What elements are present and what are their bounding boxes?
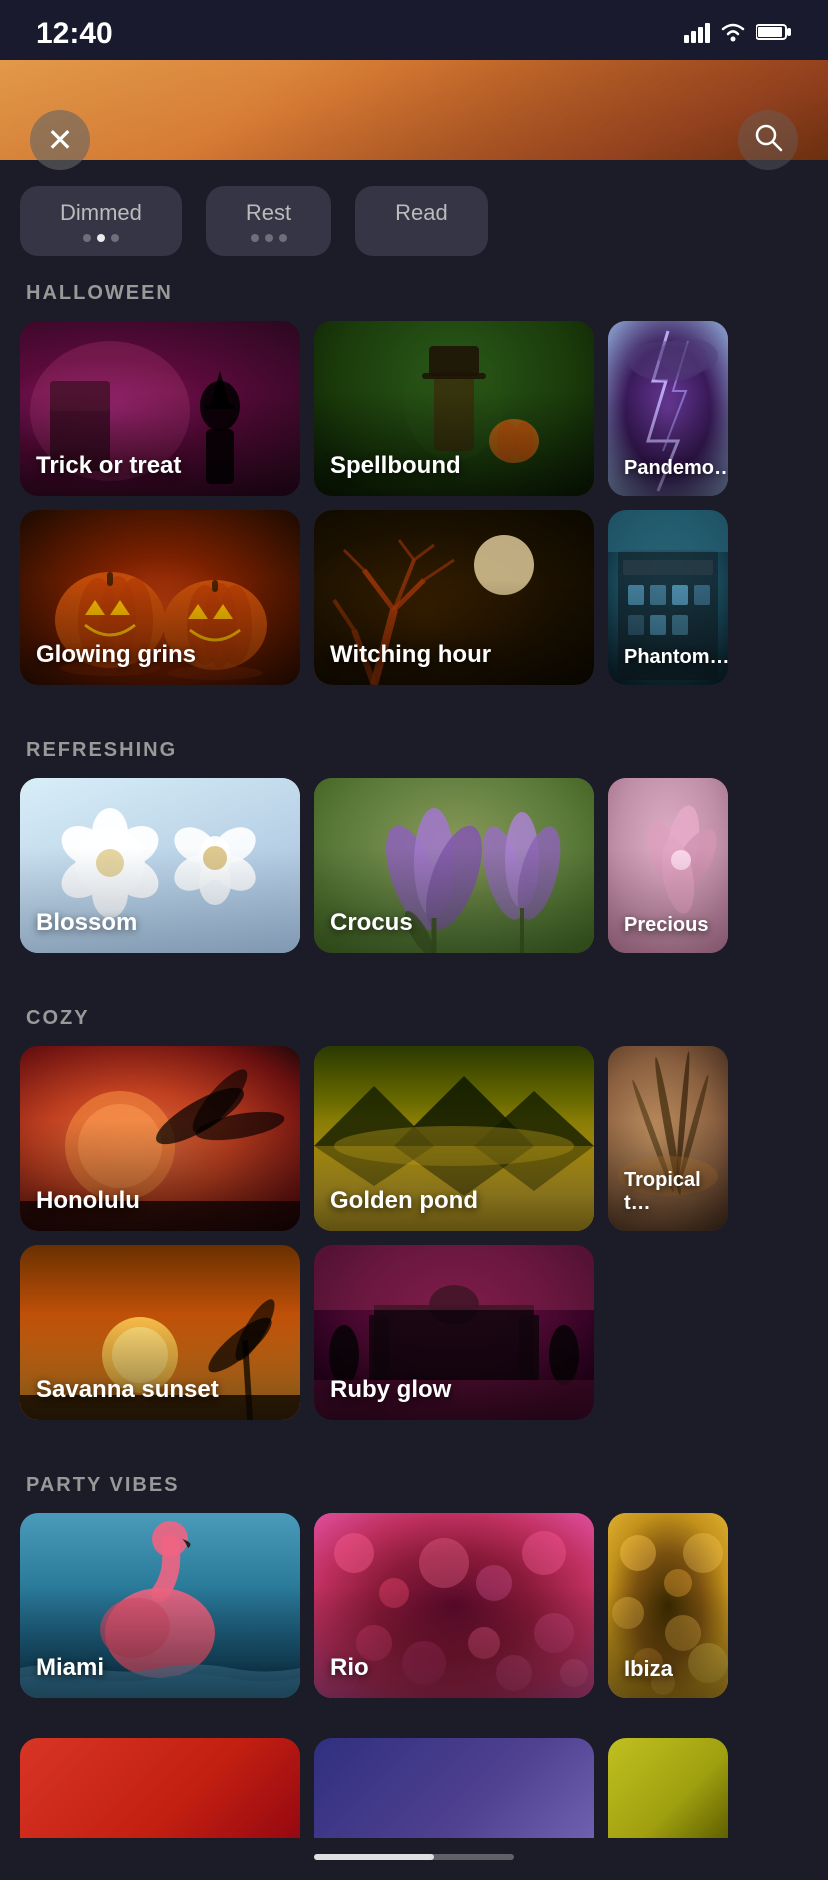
card-phantom[interactable]: Phantom…	[608, 510, 728, 685]
card-label-phantom: Phantom…	[624, 646, 728, 669]
card-witching-hour[interactable]: Witching hour	[314, 510, 594, 685]
cozy-row-2: Savanna sunset	[20, 1245, 808, 1420]
card-label-tropical: Tropical t…	[624, 1169, 728, 1215]
card-miami[interactable]: Miami	[20, 1513, 300, 1698]
card-blossom[interactable]: Blossom	[20, 778, 300, 953]
card-glowing-grins[interactable]: Glowing grins	[20, 510, 300, 685]
search-button[interactable]	[738, 110, 798, 170]
card-savanna-sunset[interactable]: Savanna sunset	[20, 1245, 300, 1420]
card-label-miami: Miami	[36, 1654, 104, 1682]
section-halloween: HALLOWEEN	[0, 272, 828, 719]
close-button[interactable]: ✕	[30, 110, 90, 170]
card-label-ruby-glow: Ruby glow	[330, 1376, 451, 1404]
card-ibiza[interactable]: Ibiza	[608, 1513, 728, 1698]
cozy-row-1: Honolulu	[20, 1046, 808, 1231]
card-precious[interactable]: Precious	[608, 778, 728, 953]
section-refreshing: REFRESHING	[0, 729, 828, 987]
section-title-party-vibes: PARTY VIBES	[20, 1474, 808, 1497]
status-bar: 12:40	[0, 0, 828, 60]
filter-tab-dimmed[interactable]: Dimmed	[20, 186, 182, 256]
card-label-ibiza: Ibiza	[624, 1656, 673, 1682]
scroll-progress	[314, 1854, 434, 1860]
card-label-precious: Precious	[624, 914, 708, 937]
card-ruby-glow[interactable]: Ruby glow	[314, 1245, 594, 1420]
search-area: ✕	[0, 90, 828, 190]
scroll-indicator	[0, 1838, 828, 1880]
card-label-golden-pond: Golden pond	[330, 1187, 478, 1215]
close-icon: ✕	[47, 121, 74, 159]
status-time: 12:40	[36, 17, 113, 51]
section-title-refreshing: REFRESHING	[20, 739, 808, 762]
party-row-1: Miami	[20, 1513, 808, 1698]
card-label-spellbound: Spellbound	[330, 452, 461, 480]
card-pandemonium[interactable]: Pandemo…	[608, 321, 728, 496]
refreshing-row-1: Blossom	[20, 778, 808, 953]
scroll-bar	[314, 1854, 514, 1860]
card-label-crocus: Crocus	[330, 909, 413, 937]
card-trick-or-treat[interactable]: Trick or treat	[20, 321, 300, 496]
card-golden-pond[interactable]: Golden pond	[314, 1046, 594, 1231]
section-party-vibes: PARTY VIBES	[0, 1464, 828, 1732]
card-spellbound[interactable]: Spellbound	[314, 321, 594, 496]
card-crocus[interactable]: Crocus	[314, 778, 594, 953]
card-honolulu[interactable]: Honolulu	[20, 1046, 300, 1231]
card-label-trick-or-treat: Trick or treat	[36, 452, 181, 480]
card-label-pandemonium: Pandemo…	[624, 457, 728, 480]
card-label-glowing-grins: Glowing grins	[36, 641, 196, 669]
signal-icon	[684, 21, 710, 48]
card-label-blossom: Blossom	[36, 909, 137, 937]
card-label-savanna-sunset: Savanna sunset	[36, 1376, 219, 1404]
section-title-halloween: HALLOWEEN	[20, 282, 808, 305]
section-cozy: COZY Hono	[0, 997, 828, 1454]
section-title-cozy: COZY	[20, 1007, 808, 1030]
status-icons	[684, 21, 792, 48]
filter-tab-rest[interactable]: Rest	[206, 186, 331, 256]
search-icon	[753, 122, 783, 159]
card-tropical[interactable]: Tropical t…	[608, 1046, 728, 1231]
card-label-witching-hour: Witching hour	[330, 641, 491, 669]
wifi-icon	[720, 22, 746, 47]
halloween-row-2: Glowing grins	[20, 510, 808, 685]
card-label-rio: Rio	[330, 1654, 369, 1682]
battery-icon	[756, 23, 792, 46]
card-label-honolulu: Honolulu	[36, 1187, 140, 1215]
card-rio[interactable]: Rio	[314, 1513, 594, 1698]
filter-tab-read[interactable]: Read	[355, 186, 488, 256]
halloween-row-1: Trick or treat	[20, 321, 808, 496]
